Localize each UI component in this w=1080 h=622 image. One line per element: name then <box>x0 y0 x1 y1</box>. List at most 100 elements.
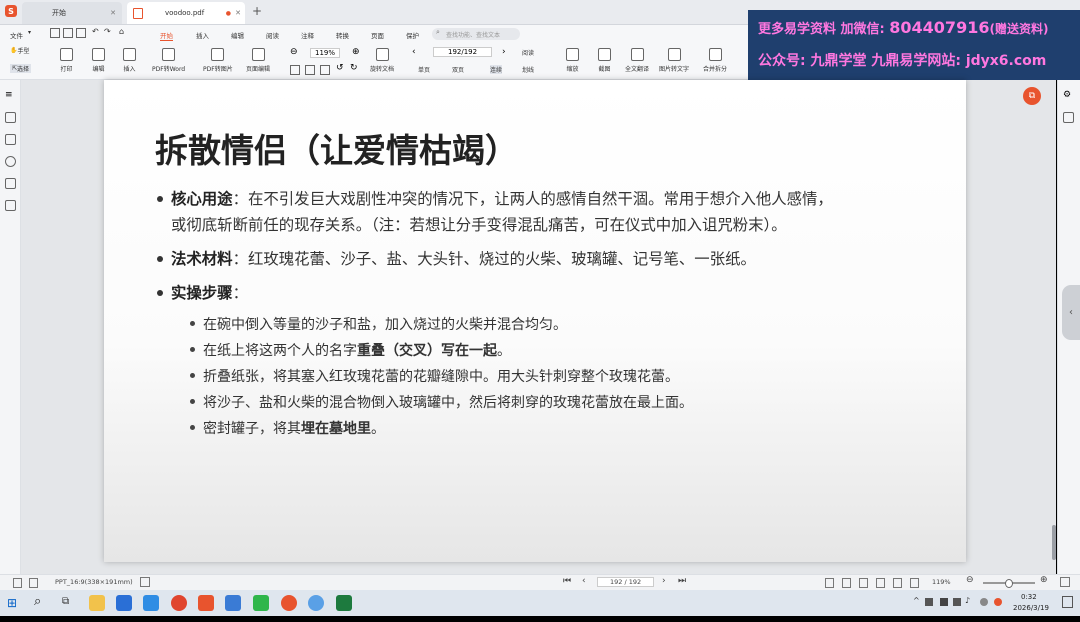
mail-icon[interactable] <box>143 595 159 611</box>
outline-toggle-icon[interactable] <box>29 578 38 588</box>
image-to-text-button[interactable]: 图片转文字 <box>659 48 689 73</box>
browser-icon[interactable] <box>308 595 324 611</box>
fit-page-icon[interactable] <box>290 65 300 75</box>
clock-time[interactable]: 0:32 <box>1021 593 1037 601</box>
chevron-up-icon[interactable]: ^ <box>913 596 920 605</box>
screenshot-button[interactable]: 截图 <box>598 48 611 73</box>
actual-size-icon[interactable] <box>320 65 330 75</box>
search-icon[interactable] <box>5 156 16 167</box>
continuous-view-icon[interactable] <box>859 578 868 588</box>
zoom-slider-handle[interactable] <box>1005 579 1013 588</box>
crop-icon[interactable] <box>140 577 150 587</box>
tab-start[interactable]: 开始 ✕ <box>22 2 122 24</box>
underline-button[interactable]: 划线 <box>522 65 534 74</box>
chevron-down-icon[interactable]: ▾ <box>28 29 31 36</box>
menu-item-read[interactable]: 阅读 <box>266 30 279 40</box>
page-indicator[interactable]: 192 / 192 <box>597 577 655 587</box>
read-button[interactable]: 阅读 <box>522 48 534 57</box>
read-mode-icon[interactable] <box>893 578 902 588</box>
tab-voodoo-pdf[interactable]: voodoo.pdf ● ✕ <box>127 2 245 24</box>
single-page-button[interactable]: 单页 <box>418 65 430 74</box>
network-icon[interactable] <box>940 598 948 606</box>
prev-page-icon[interactable]: ‹ <box>412 47 416 57</box>
open-icon[interactable] <box>50 28 60 38</box>
fit-view-icon[interactable] <box>876 578 885 588</box>
pdf-to-word-button[interactable]: PDF转Word <box>152 48 185 73</box>
full-translate-button[interactable]: 全文翻译 <box>625 48 649 73</box>
zoom-in-icon[interactable]: ⊕ <box>1040 575 1048 585</box>
clock-date[interactable]: 2026/3/19 <box>1013 604 1049 612</box>
redo-icon[interactable]: ↷ <box>104 27 111 36</box>
chrome-icon[interactable] <box>171 595 187 611</box>
menu-item-protect[interactable]: 保护 <box>406 30 419 40</box>
search-icon[interactable]: ⌕ <box>34 594 41 609</box>
tray-icon[interactable] <box>925 598 933 606</box>
menu-item-insert[interactable]: 插入 <box>196 30 209 40</box>
hand-tool-button[interactable]: ✋ 手型 <box>10 46 30 55</box>
menu-icon[interactable]: ≡ <box>5 90 14 100</box>
pdf-to-image-button[interactable]: PDF转图片 <box>203 48 233 73</box>
prev-page-icon[interactable]: ‹ <box>582 576 586 586</box>
rotate-doc-button[interactable]: 旋转文档 <box>370 48 394 73</box>
excel-icon[interactable] <box>336 595 352 611</box>
last-page-icon[interactable]: ⏭ <box>678 576 686 586</box>
print-button[interactable]: 打印 <box>60 48 73 73</box>
attachment-icon[interactable] <box>5 178 16 189</box>
task-view-icon[interactable]: ⧉ <box>62 596 69 607</box>
collapse-panel-button[interactable]: ‹ <box>1062 285 1080 340</box>
merge-split-button[interactable]: 合并拆分 <box>703 48 727 73</box>
rotate-left-icon[interactable]: ↺ <box>336 63 344 73</box>
app-logo-icon[interactable]: S <box>5 5 17 17</box>
page-field[interactable]: 192/192 <box>433 47 493 57</box>
floating-tool-icon[interactable]: ⧉ <box>1023 87 1041 105</box>
print-icon[interactable] <box>76 28 86 38</box>
menu-item-convert[interactable]: 转换 <box>336 30 349 40</box>
continuous-button[interactable]: 连续 <box>490 65 503 74</box>
pdf-reader-icon[interactable] <box>281 595 297 611</box>
menu-item-edit[interactable]: 编辑 <box>231 30 244 40</box>
document-icon[interactable] <box>5 200 16 211</box>
zoom-out-icon[interactable]: ⊖ <box>966 575 974 585</box>
fit-window-icon[interactable] <box>1060 577 1070 587</box>
ime-icon[interactable] <box>980 598 988 606</box>
photos-icon[interactable] <box>225 595 241 611</box>
next-page-icon[interactable]: › <box>502 47 506 57</box>
select-tool-button[interactable]: ⇱ 选择 <box>10 64 32 73</box>
store-icon[interactable] <box>116 595 132 611</box>
insert-button[interactable]: 插入 <box>123 48 136 73</box>
rotate-right-icon[interactable]: ↻ <box>350 63 358 73</box>
vertical-scrollbar[interactable] <box>1052 525 1056 560</box>
first-page-icon[interactable]: ⏮ <box>563 576 571 586</box>
battery-icon[interactable] <box>953 598 961 606</box>
volume-icon[interactable]: ♪ <box>965 596 970 605</box>
double-page-button[interactable]: 双页 <box>452 65 464 74</box>
fullscreen-icon[interactable] <box>910 578 919 588</box>
wechat-icon[interactable] <box>253 595 269 611</box>
settings-icon[interactable]: ⚙ <box>1063 90 1072 100</box>
wps-tray-icon[interactable] <box>994 598 1002 606</box>
menu-item-comment[interactable]: 注释 <box>301 30 314 40</box>
new-tab-icon[interactable]: + <box>252 4 262 18</box>
page-edit-button[interactable]: 页面编辑 <box>246 48 270 73</box>
menu-item-start[interactable]: 开始 <box>160 30 173 41</box>
menu-item-page[interactable]: 页面 <box>371 30 384 40</box>
zoom-mode-button[interactable]: 缩放 <box>566 48 579 73</box>
save-icon[interactable] <box>63 28 73 38</box>
edit-button[interactable]: 编辑 <box>92 48 105 73</box>
zoom-level[interactable]: 119% <box>932 578 951 586</box>
zoom-in-icon[interactable]: ⊕ <box>352 47 360 57</box>
search-box[interactable]: ⌕ 查找功能、查找文本 <box>432 28 520 40</box>
close-icon[interactable]: ✕ <box>110 9 116 17</box>
next-page-icon[interactable]: › <box>662 576 666 586</box>
undo-icon[interactable]: ↶ <box>92 27 99 36</box>
windows-start-icon[interactable]: ⊞ <box>7 596 17 610</box>
close-icon[interactable]: ✕ <box>235 9 241 17</box>
fit-width-icon[interactable] <box>305 65 315 75</box>
zoom-out-icon[interactable]: ⊖ <box>290 47 298 57</box>
menu-file[interactable]: 文件 <box>10 30 23 40</box>
double-view-icon[interactable] <box>842 578 851 588</box>
wps-icon[interactable] <box>198 595 214 611</box>
home-icon[interactable]: ⌂ <box>119 27 124 36</box>
thumbnail-toggle-icon[interactable] <box>13 578 22 588</box>
zoom-field[interactable]: 119% <box>310 48 341 58</box>
